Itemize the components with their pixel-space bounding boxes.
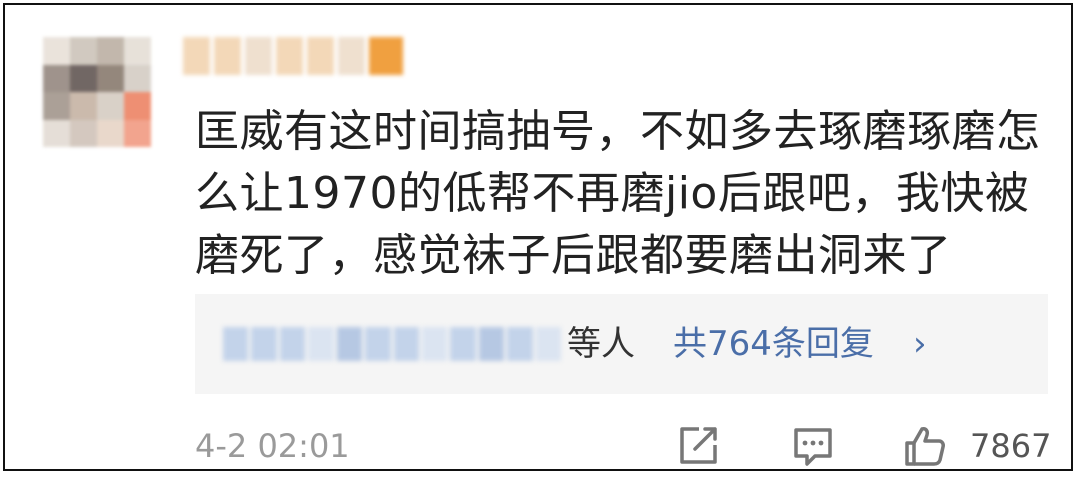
comment-text: 匡威有这时间搞抽号，不如多去琢磨琢磨怎 么让1970的低帮不再磨jio后跟吧，我…	[195, 101, 1065, 287]
comment-line: 磨死了，感觉袜子后跟都要磨出洞来了	[195, 230, 952, 281]
reply-users-redacted	[223, 327, 562, 361]
comment-line: 么让1970的低帮不再磨jio后跟吧，我快被	[195, 168, 1030, 219]
replies-preview[interactable]: 等人 共764条回复 ›	[195, 294, 1048, 394]
avatar[interactable]	[43, 37, 151, 147]
username-redacted[interactable]	[183, 37, 403, 75]
chevron-right-icon[interactable]: ›	[913, 318, 927, 370]
like-count: 7867	[970, 427, 1052, 465]
like-icon[interactable]	[902, 423, 948, 469]
reply-users-suffix: 等人	[567, 324, 635, 364]
reply-total-link[interactable]: 共764条回复	[673, 318, 874, 370]
comment-line: 匡威有这时间搞抽号，不如多去琢磨琢磨怎	[195, 106, 1041, 157]
comment-card: 匡威有这时间搞抽号，不如多去琢磨琢磨怎 么让1970的低帮不再磨jio后跟吧，我…	[3, 3, 1073, 471]
timestamp: 4-2 02:01	[195, 427, 350, 465]
comment-icon[interactable]	[790, 423, 836, 469]
share-icon[interactable]	[675, 423, 721, 469]
